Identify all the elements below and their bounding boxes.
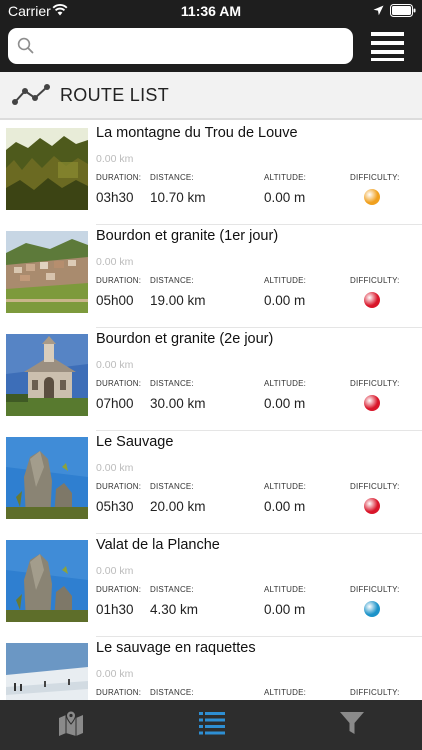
location-arrow-icon <box>373 5 384 16</box>
difficulty-dot <box>364 498 380 514</box>
distance-value: 4.30 km <box>150 602 199 617</box>
difficulty-dot <box>364 601 380 617</box>
duration-value: 01h30 <box>96 602 134 617</box>
search-input[interactable] <box>42 28 342 64</box>
route-list: La montagne du Trou de Louve 0.00 km DUR… <box>0 122 422 700</box>
route-thumbnail <box>6 334 88 416</box>
menu-button[interactable] <box>371 31 407 61</box>
duration-label: DURATION: <box>96 173 142 182</box>
search-icon <box>17 37 34 54</box>
route-thumbnail <box>6 231 88 313</box>
altitude-value: 0.00 m <box>264 293 306 308</box>
route-item[interactable]: Valat de la Planche 0.00 km DURATION: DI… <box>0 534 422 637</box>
duration-value: 05h30 <box>96 499 134 514</box>
duration-label: DURATION: <box>96 276 142 285</box>
route-thumbnail <box>6 643 88 700</box>
difficulty-label: DIFFICULTY: <box>350 276 400 285</box>
route-distance-top: 0.00 km <box>96 565 134 577</box>
distance-value: 30.00 km <box>150 396 206 411</box>
difficulty-dot <box>364 189 380 205</box>
altitude-label: ALTITUDE: <box>264 379 307 388</box>
route-item[interactable]: Bourdon et granite (2e jour) 0.00 km DUR… <box>0 328 422 431</box>
section-title: ROUTE LIST <box>60 85 170 105</box>
distance-label: DISTANCE: <box>150 379 194 388</box>
distance-label: DISTANCE: <box>150 173 194 182</box>
duration-value: 05h00 <box>96 293 134 308</box>
duration-label: DURATION: <box>96 379 142 388</box>
top-bar: Carrier 11:36 AM <box>0 0 422 72</box>
map-pin-icon <box>59 710 83 736</box>
tab-bar <box>0 700 422 750</box>
distance-label: DISTANCE: <box>150 276 194 285</box>
status-bar: Carrier 11:36 AM <box>0 0 422 22</box>
snow-image <box>6 643 88 700</box>
difficulty-dot <box>364 395 380 411</box>
altitude-label: ALTITUDE: <box>264 482 307 491</box>
church-image <box>6 334 88 416</box>
route-item[interactable]: Le Sauvage 0.00 km DURATION: DISTANCE: A… <box>0 431 422 534</box>
difficulty-label: DIFFICULTY: <box>350 482 400 491</box>
distance-label: DISTANCE: <box>150 585 194 594</box>
route-distance-top: 0.00 km <box>96 462 134 474</box>
route-distance-top: 0.00 km <box>96 359 134 371</box>
route-title: Valat de la Planche <box>96 537 220 553</box>
forest-image <box>6 128 88 210</box>
route-item[interactable]: La montagne du Trou de Louve 0.00 km DUR… <box>0 122 422 225</box>
distance-label: DISTANCE: <box>150 688 194 697</box>
battery-icon <box>390 4 416 17</box>
route-item[interactable]: Le sauvage en raquettes 0.00 km DURATION… <box>0 637 422 700</box>
duration-label: DURATION: <box>96 688 142 697</box>
route-thumbnail <box>6 128 88 210</box>
altitude-label: ALTITUDE: <box>264 585 307 594</box>
difficulty-label: DIFFICULTY: <box>350 379 400 388</box>
difficulty-label: DIFFICULTY: <box>350 173 400 182</box>
altitude-value: 0.00 m <box>264 190 306 205</box>
rock-image <box>6 540 88 622</box>
altitude-value: 0.00 m <box>264 499 306 514</box>
route-title: Bourdon et granite (1er jour) <box>96 228 279 244</box>
rock-image <box>6 437 88 519</box>
route-icon <box>12 84 50 105</box>
distance-value: 19.00 km <box>150 293 206 308</box>
altitude-value: 0.00 m <box>264 602 306 617</box>
duration-label: DURATION: <box>96 585 142 594</box>
tab-map[interactable] <box>0 700 140 750</box>
route-thumbnail <box>6 540 88 622</box>
tab-filter[interactable] <box>281 700 421 750</box>
difficulty-label: DIFFICULTY: <box>350 688 400 697</box>
distance-value: 20.00 km <box>150 499 206 514</box>
route-title: Le Sauvage <box>96 434 174 450</box>
list-icon <box>199 712 225 735</box>
route-title: La montagne du Trou de Louve <box>96 125 298 141</box>
route-distance-top: 0.00 km <box>96 668 134 680</box>
route-thumbnail <box>6 437 88 519</box>
village-image <box>6 231 88 313</box>
altitude-label: ALTITUDE: <box>264 276 307 285</box>
difficulty-dot <box>364 292 380 308</box>
route-distance-top: 0.00 km <box>96 153 134 165</box>
duration-value: 07h00 <box>96 396 134 411</box>
filter-icon <box>340 712 364 734</box>
difficulty-label: DIFFICULTY: <box>350 585 400 594</box>
duration-value: 03h30 <box>96 190 134 205</box>
altitude-value: 0.00 m <box>264 396 306 411</box>
distance-label: DISTANCE: <box>150 482 194 491</box>
altitude-label: ALTITUDE: <box>264 173 307 182</box>
route-distance-top: 0.00 km <box>96 256 134 268</box>
search-bar[interactable] <box>8 28 353 64</box>
distance-value: 10.70 km <box>150 190 206 205</box>
route-title: Bourdon et granite (2e jour) <box>96 331 274 347</box>
route-item[interactable]: Bourdon et granite (1er jour) 0.00 km DU… <box>0 225 422 328</box>
clock: 11:36 AM <box>180 3 242 19</box>
section-header: ROUTE LIST <box>0 72 422 120</box>
route-title: Le sauvage en raquettes <box>96 640 256 656</box>
tab-list[interactable] <box>141 700 281 750</box>
duration-label: DURATION: <box>96 482 142 491</box>
altitude-label: ALTITUDE: <box>264 688 307 697</box>
